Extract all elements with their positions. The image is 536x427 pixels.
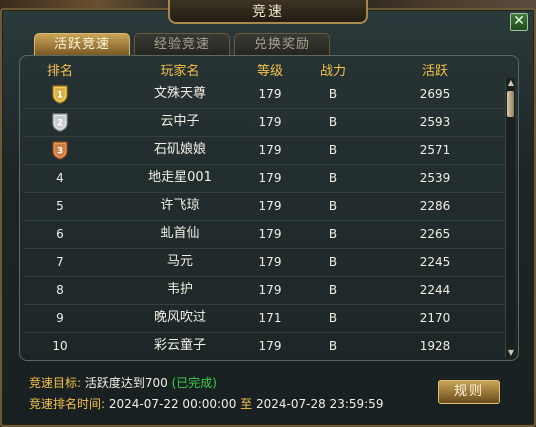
race-goal-label: 竞速目标: (29, 376, 82, 390)
player-level: 179 (258, 171, 282, 185)
window-title-plate: 竞速 (168, 0, 368, 24)
table-header: 排名 玩家名 等级 战力 活跃 (20, 56, 506, 79)
tab-exp-race[interactable]: 经验竞速 (134, 33, 230, 55)
race-time-label: 竞速排名时间: (29, 397, 106, 411)
race-goal-line: 竞速目标: 活跃度达到700 (已完成) (29, 374, 217, 391)
header-level: 等级 (256, 64, 283, 79)
race-goal-status: (已完成) (171, 376, 217, 390)
player-power: B (328, 283, 338, 297)
player-activity: 1928 (419, 339, 451, 353)
race-time-end: 2024-07-28 23:59:59 (256, 397, 384, 411)
ranking-row[interactable]: 9 晚风吹过 171 B 2170 (20, 304, 506, 332)
player-power: B (328, 115, 338, 129)
rules-button[interactable]: 规则 (438, 380, 500, 404)
tab-exchange-rewards[interactable]: 兑换奖励 (234, 33, 330, 55)
window-title: 竞速 (252, 4, 284, 20)
player-activity: 2571 (419, 143, 451, 157)
header-rank: 排名 (46, 64, 73, 79)
rank-number: 10 (52, 339, 68, 353)
rank-number: 9 (56, 311, 64, 325)
ranking-row[interactable]: 7 马元 179 B 2245 (20, 248, 506, 276)
player-activity: 2245 (419, 255, 451, 269)
ranking-row[interactable]: 8 韦护 179 B 2244 (20, 276, 506, 304)
svg-text:1: 1 (57, 91, 63, 101)
player-power: B (328, 171, 338, 185)
player-level: 179 (258, 339, 282, 353)
silver-medal-icon: 2 (52, 113, 68, 132)
player-level: 179 (258, 87, 282, 101)
race-time-line: 竞速排名时间: 2024-07-22 00:00:00 至 2024-07-28… (29, 395, 383, 412)
scroll-down-arrow-icon[interactable]: ▼ (506, 348, 516, 358)
player-power: B (328, 339, 338, 353)
bronze-medal-icon: 3 (52, 141, 68, 160)
ranking-row[interactable]: 3 石矶娘娘 179 B 2571 (20, 136, 506, 164)
player-level: 179 (258, 283, 282, 297)
close-button[interactable]: ✕ (510, 13, 528, 31)
rank-number: 7 (56, 255, 64, 269)
ranking-row[interactable]: 6 虬首仙 179 B 2265 (20, 220, 506, 248)
player-power: B (328, 255, 338, 269)
player-activity: 2244 (419, 283, 451, 297)
player-activity: 2593 (419, 115, 451, 129)
rank-number: 6 (56, 227, 64, 241)
gold-medal-icon: 1 (52, 85, 68, 104)
header-power: 战力 (319, 64, 346, 79)
player-power: B (328, 87, 338, 101)
scroll-up-arrow-icon[interactable]: ▲ (506, 78, 516, 88)
svg-text:2: 2 (57, 119, 63, 129)
player-activity: 2539 (419, 171, 451, 185)
scrollbar[interactable]: ▲ ▼ (505, 78, 515, 358)
race-time-start: 2024-07-22 00:00:00 (108, 397, 237, 411)
ranking-row[interactable]: 1 文殊天尊 179 B 2695 (20, 80, 506, 108)
ranking-panel: 排名 玩家名 等级 战力 活跃 1 文殊天尊 179 B 2695 2 云中子 179 B 259… (19, 55, 519, 361)
player-level: 179 (258, 143, 282, 157)
player-activity: 2695 (419, 87, 451, 101)
player-power: B (328, 199, 338, 213)
tab-activity-race[interactable]: 活跃竞速 (34, 33, 130, 55)
race-time-separator: 至 (240, 397, 253, 411)
player-level: 179 (258, 115, 282, 129)
svg-text:3: 3 (57, 147, 63, 157)
rank-number: 8 (56, 283, 64, 297)
player-power: B (328, 227, 338, 241)
scroll-thumb[interactable] (507, 91, 514, 117)
player-level: 179 (258, 255, 282, 269)
ranking-row[interactable]: 10 彩云童子 179 B 1928 (20, 332, 506, 360)
player-power: B (328, 143, 338, 157)
ranking-row[interactable]: 5 许飞琼 179 B 2286 (20, 192, 506, 220)
player-level: 179 (258, 227, 282, 241)
player-activity: 2170 (419, 311, 451, 325)
ranking-row[interactable]: 2 云中子 179 B 2593 (20, 108, 506, 136)
rank-number: 5 (56, 199, 64, 213)
player-activity: 2265 (419, 227, 451, 241)
ranking-row[interactable]: 4 地走星001 179 B 2539 (20, 164, 506, 192)
player-level: 179 (258, 199, 282, 213)
header-activity: 活跃 (421, 64, 448, 79)
player-level: 171 (258, 311, 282, 325)
player-activity: 2286 (419, 199, 451, 213)
rank-number: 4 (56, 171, 64, 185)
player-power: B (328, 311, 338, 325)
race-goal-value: 活跃度达到700 (84, 376, 168, 390)
row-divider (24, 360, 504, 361)
